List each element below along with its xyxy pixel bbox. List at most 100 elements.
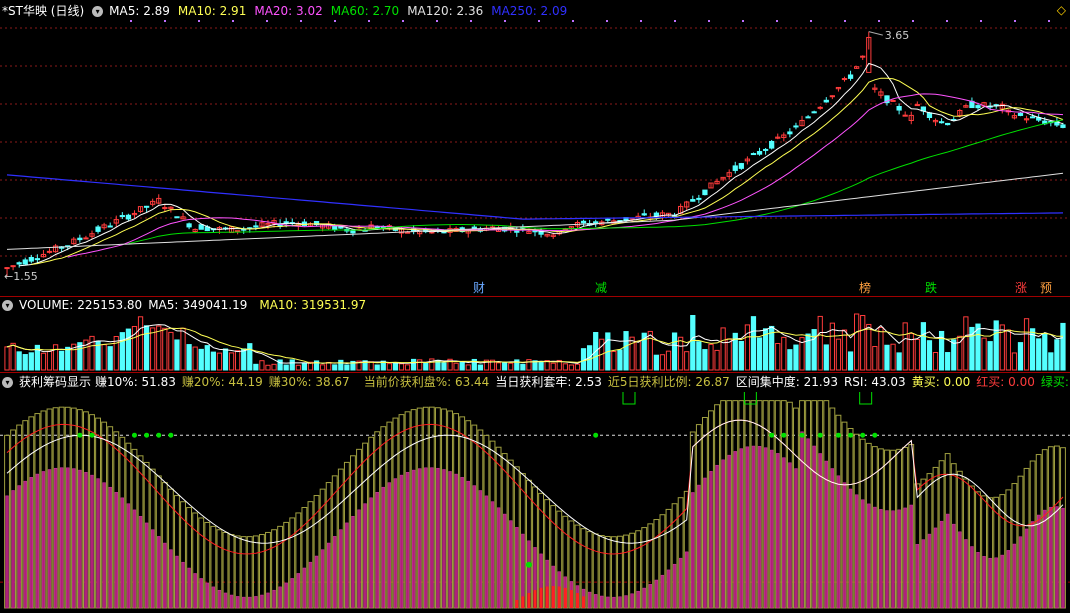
volume-bar <box>52 344 59 371</box>
chip-profit-bar-inner <box>824 460 828 609</box>
volume-ma5: MA5: 349041.19 <box>148 296 253 314</box>
volume-bar <box>338 359 344 371</box>
volume-bar <box>265 364 271 371</box>
top-marker <box>164 20 166 22</box>
candle-body <box>841 78 848 81</box>
dropdown-icon[interactable]: ▾ <box>92 5 104 17</box>
chip-items: 赚10%: 51.83 赚20%: 44.19 赚30%: 38.67 当前价获利盘%… <box>95 373 1070 391</box>
chip-profit-bar-inner <box>47 469 52 609</box>
candle-body <box>46 250 53 253</box>
volume-bar <box>125 328 132 371</box>
candle-body <box>605 218 611 221</box>
chip-profit-bar-inner <box>769 449 774 609</box>
chip-profit-bar-inner <box>854 494 859 609</box>
volume-bar <box>10 342 16 371</box>
chip-profit-bar-inner <box>970 546 974 609</box>
chip-profit-bar-inner <box>648 584 652 609</box>
ma250-line <box>6 174 1064 220</box>
volume-bar <box>920 322 927 371</box>
volume-bar <box>495 362 502 371</box>
top-marker <box>980 20 982 22</box>
chip-low-bar <box>545 586 549 608</box>
chip-profit-bar-inner <box>248 596 252 609</box>
chip-item-0: 赚10%: 51.83 <box>95 375 176 389</box>
diamond-icon[interactable]: ◇ <box>1057 3 1066 17</box>
volume-bar <box>417 359 423 371</box>
volume-bar <box>459 361 465 371</box>
volume-bar <box>210 351 216 371</box>
volume-bar <box>811 329 817 371</box>
volume-bar <box>332 364 338 371</box>
chip-profit-bar-inner <box>964 539 968 609</box>
chip-profit-bar-inner <box>326 542 331 609</box>
chip-profit-bar-inner <box>727 454 731 609</box>
volume-bar <box>756 337 763 371</box>
ma-indicator-ma250: MA250: 2.09 <box>491 4 568 18</box>
candle-body <box>690 199 696 202</box>
dropdown-icon[interactable]: ▾ <box>2 376 13 388</box>
candle-body <box>514 230 520 233</box>
candle-body <box>22 259 28 265</box>
chip-item-9: 红买: 0.00 <box>976 375 1035 389</box>
volume-bar <box>945 352 951 371</box>
chip-signal-dot <box>799 432 805 438</box>
volume-ma10-label: MA10: <box>259 298 298 312</box>
event-tag: 跌 <box>925 280 937 295</box>
volume-bar <box>963 316 969 371</box>
volume-bar <box>16 351 22 371</box>
candle-body <box>1017 112 1024 116</box>
volume-bar <box>872 346 878 371</box>
volume-label: VOLUME: 225153.80 <box>19 296 148 314</box>
ma-indicator-ma20: MA20: 3.02 <box>254 4 323 18</box>
candle-body <box>732 165 738 171</box>
chip-low-bar <box>575 593 579 608</box>
chip-profit-bar-inner <box>53 467 58 609</box>
volume-bar <box>744 324 751 371</box>
volume-bar <box>884 344 890 371</box>
candle-body <box>253 225 259 228</box>
volume-bar <box>344 364 350 371</box>
volume-bar <box>805 333 811 371</box>
candle-body <box>34 258 41 261</box>
volume-bar <box>860 315 866 371</box>
volume-bar <box>1005 329 1011 371</box>
candle-body <box>793 125 799 128</box>
dropdown-icon[interactable]: ▾ <box>2 299 13 311</box>
candle-body <box>143 205 150 208</box>
event-tag: 预 <box>1040 281 1052 295</box>
chip-profit-bar-inner <box>151 529 155 609</box>
volume-bar <box>671 332 678 371</box>
chip-profit-bar-inner <box>848 488 853 609</box>
volume-bar <box>562 363 568 371</box>
chip-profit-bar-inner <box>903 507 907 609</box>
chip-low-bar <box>551 586 555 608</box>
volume-bar <box>271 363 277 371</box>
chip-profit-bar-inner <box>96 478 100 609</box>
chip-profit-bar-inner <box>108 486 112 609</box>
volume-bar <box>981 337 987 371</box>
top-marker <box>436 20 438 22</box>
chip-signal-dot <box>769 432 775 438</box>
chip-profit-bar-inner <box>594 594 598 609</box>
chip-profit-bar-inner <box>600 595 604 609</box>
chip-profit-bar-inner <box>29 477 33 609</box>
volume-bar <box>374 364 380 371</box>
volume-ma10: MA10: 319531.97 <box>259 296 372 314</box>
volume-bar <box>441 362 447 371</box>
volume-bar <box>568 364 575 371</box>
chip-profit-bar-inner <box>733 451 737 609</box>
chip-profit-bar-inner <box>357 509 361 609</box>
chip-profit-bar-inner <box>933 527 938 609</box>
volume-bar <box>926 340 933 371</box>
volume-bar <box>714 349 720 371</box>
main-legend: *ST华映 (日线) ▾ MA5: 2.89 MA10: 2.91 MA20: 3.… <box>0 2 575 20</box>
chip-profit-bar-inner <box>5 495 9 609</box>
chip-profit-bar-inner <box>788 462 792 609</box>
chip-profit-bar-inner <box>59 467 64 609</box>
chip-profit-bar-inner <box>685 551 689 609</box>
chip-profit-bar-inner <box>660 574 665 609</box>
chip-profit-bar-inner <box>867 503 871 609</box>
chip-signal-dot <box>848 432 854 438</box>
volume-bar <box>392 362 399 371</box>
chip-profit-bar-inner <box>751 445 756 609</box>
